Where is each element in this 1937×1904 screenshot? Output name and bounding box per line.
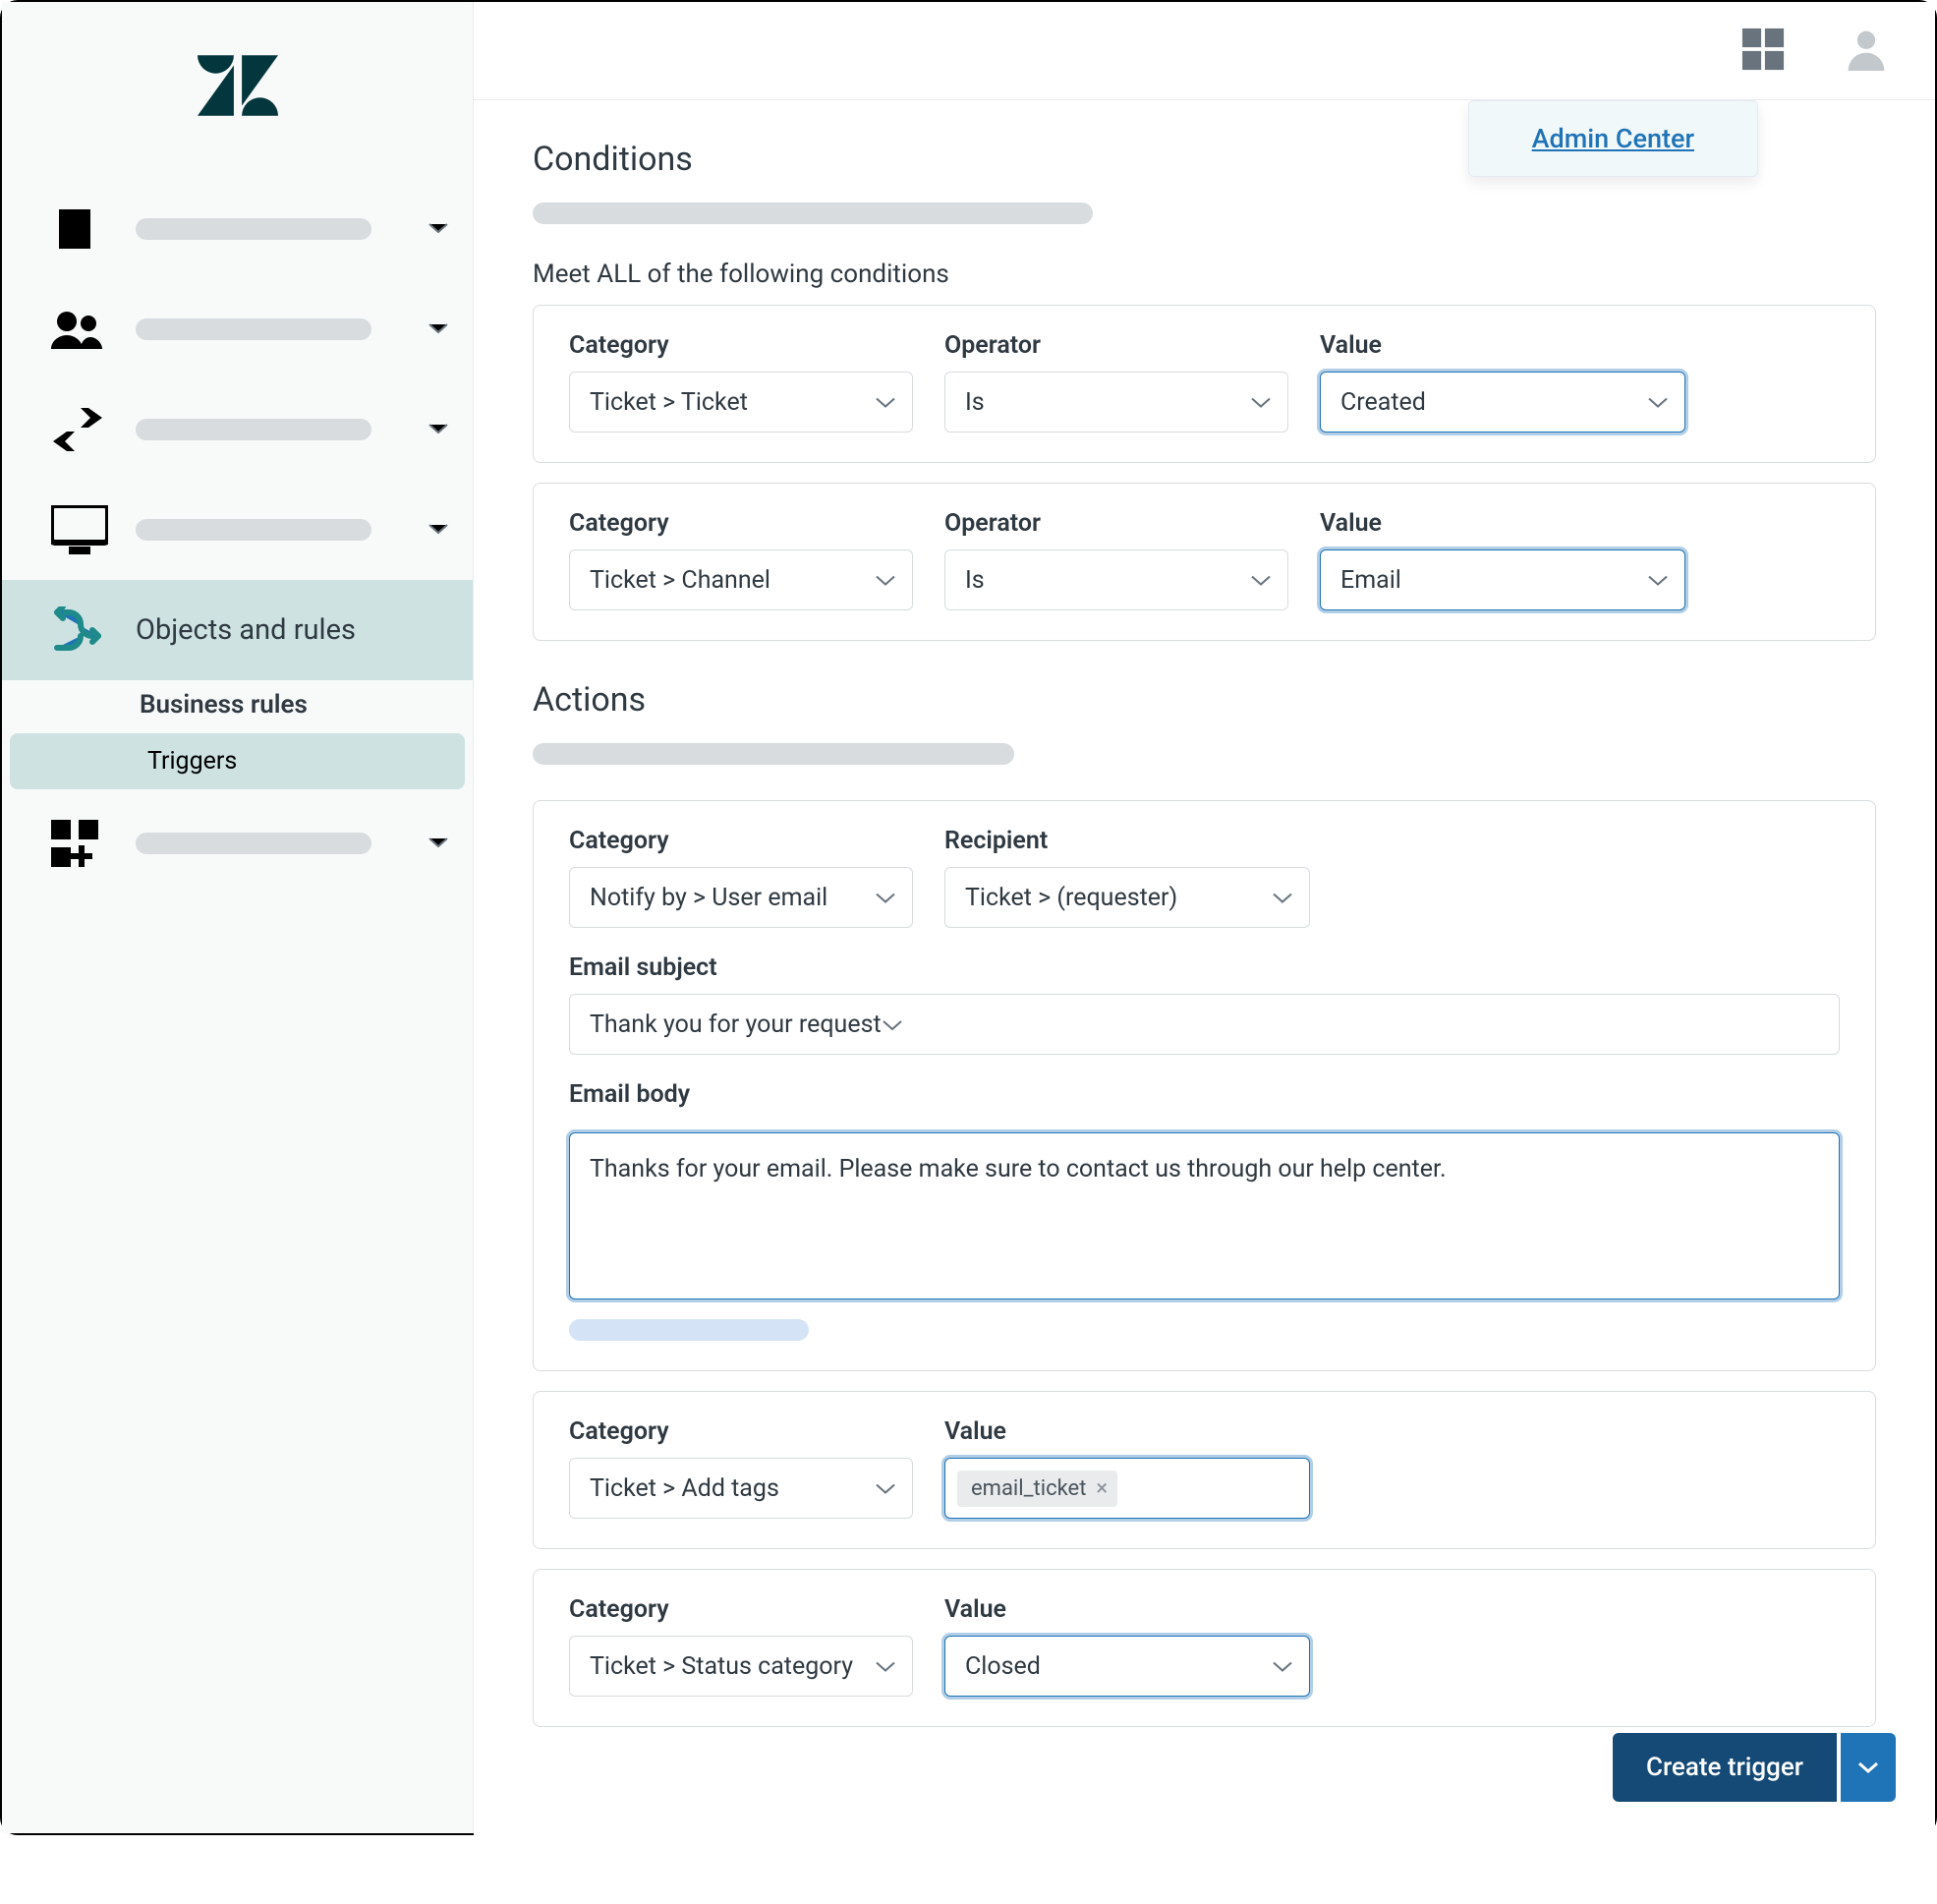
field-label: Value: [1320, 331, 1685, 360]
monitor-icon: [51, 505, 120, 554]
admin-center-link[interactable]: Admin Center: [1532, 123, 1694, 154]
building-icon: [51, 205, 120, 253]
field-label: Recipient: [944, 827, 1310, 855]
placeholder: [136, 519, 371, 541]
zendesk-logo-icon: [198, 55, 278, 116]
chevron-down-icon: [427, 521, 449, 540]
chevron-down-icon: [1647, 388, 1669, 417]
action-recipient-select[interactable]: Ticket > (requester): [944, 867, 1310, 928]
apps-grid-icon[interactable]: [1740, 27, 1786, 76]
sidebar-item-objects-rules[interactable]: Objects and rules: [2, 580, 473, 680]
logo-area: [2, 2, 473, 169]
placeholder: [569, 1319, 809, 1341]
condition-category-select[interactable]: Ticket > Ticket: [569, 372, 913, 433]
footer-actions: Create trigger: [1613, 1733, 1896, 1802]
chevron-down-icon: [1272, 884, 1293, 912]
chevron-down-icon: [427, 320, 449, 339]
action-notify-card: Category Notify by > User email Recipien…: [533, 800, 1876, 1371]
action-category-select[interactable]: Ticket > Add tags: [569, 1458, 913, 1519]
chevron-down-icon: [427, 421, 449, 439]
email-subject-input[interactable]: Thank you for your request: [569, 994, 1840, 1055]
chevron-down-icon: [1272, 1652, 1293, 1681]
placeholder: [136, 218, 371, 240]
chevron-down-icon: [875, 884, 896, 912]
chevron-down-icon: [427, 835, 449, 853]
field-label: Value: [944, 1417, 1310, 1446]
chevron-down-icon: [882, 1010, 903, 1039]
user-profile-icon[interactable]: [1845, 28, 1888, 75]
placeholder: [533, 202, 1093, 224]
placeholder: [533, 743, 1014, 765]
sidebar-subsection-business-rules[interactable]: Business rules: [2, 680, 473, 729]
actions-title: Actions: [533, 680, 1876, 720]
chevron-down-icon: [1647, 566, 1669, 595]
topbar: Admin Center: [474, 2, 1935, 100]
apps-plus-icon: [51, 820, 120, 867]
action-category-select[interactable]: Notify by > User email: [569, 867, 913, 928]
placeholder: [136, 318, 371, 340]
chevron-down-icon: [1857, 1760, 1879, 1774]
placeholder: [136, 419, 371, 440]
tag-chip: email_ticket ×: [957, 1471, 1117, 1507]
admin-center-dropdown: Admin Center: [1468, 100, 1758, 177]
sidebar-item-account[interactable]: [2, 179, 473, 279]
placeholder: [136, 833, 371, 854]
sidebar: Objects and rules Business rules Trigger…: [2, 2, 474, 1833]
field-label: Category: [569, 331, 913, 360]
content: Conditions Meet ALL of the following con…: [474, 100, 1935, 1904]
tags-input[interactable]: email_ticket ×: [944, 1458, 1310, 1519]
condition-operator-select[interactable]: Is: [944, 372, 1288, 433]
chevron-down-icon: [875, 388, 896, 417]
chevron-down-icon: [1250, 388, 1272, 417]
chevron-down-icon: [1250, 566, 1272, 595]
action-tags-card: Category Ticket > Add tags Value email_t…: [533, 1391, 1876, 1549]
people-icon: [51, 310, 120, 349]
field-label: Category: [569, 1595, 913, 1624]
field-label: Email subject: [569, 953, 1840, 982]
chevron-down-icon: [875, 566, 896, 595]
email-body-textarea[interactable]: [569, 1132, 1840, 1299]
field-label: Operator: [944, 509, 1288, 538]
sidebar-item-channels[interactable]: [2, 379, 473, 480]
chevron-down-icon: [427, 220, 449, 239]
chevron-down-icon: [875, 1474, 896, 1503]
sidebar-item-workspaces[interactable]: [2, 480, 473, 580]
field-label: Category: [569, 827, 913, 855]
action-status-card: Category Ticket > Status category Value …: [533, 1569, 1876, 1727]
create-trigger-button[interactable]: Create trigger: [1613, 1733, 1837, 1802]
arrows-icon: [51, 408, 120, 451]
routing-icon: [51, 606, 120, 654]
sidebar-item-apps[interactable]: [2, 793, 473, 894]
action-value-select[interactable]: Closed: [944, 1636, 1310, 1697]
remove-tag-icon[interactable]: ×: [1086, 1476, 1117, 1501]
field-label: Email body: [569, 1080, 1840, 1109]
sidebar-subitem-triggers[interactable]: Triggers: [10, 733, 465, 789]
condition-row: Category Ticket > Channel Operator Is Va…: [533, 483, 1876, 641]
sidebar-nav: Objects and rules Business rules Trigger…: [2, 169, 473, 894]
condition-category-select[interactable]: Ticket > Channel: [569, 549, 913, 610]
field-label: Category: [569, 1417, 913, 1446]
chevron-down-icon: [875, 1652, 896, 1681]
sidebar-item-label: Objects and rules: [136, 613, 356, 647]
main: Admin Center Conditions Meet ALL of the …: [474, 2, 1935, 1904]
conditions-all-label: Meet ALL of the following conditions: [533, 260, 1876, 289]
field-label: Operator: [944, 331, 1288, 360]
condition-value-select[interactable]: Email: [1320, 549, 1685, 610]
field-label: Value: [944, 1595, 1310, 1624]
condition-row: Category Ticket > Ticket Operator Is Val…: [533, 305, 1876, 463]
sidebar-item-people[interactable]: [2, 279, 473, 379]
field-label: Value: [1320, 509, 1685, 538]
condition-value-select[interactable]: Created: [1320, 372, 1685, 433]
condition-operator-select[interactable]: Is: [944, 549, 1288, 610]
field-label: Category: [569, 509, 913, 538]
create-trigger-dropdown-button[interactable]: [1841, 1733, 1896, 1802]
action-category-select[interactable]: Ticket > Status category: [569, 1636, 913, 1697]
